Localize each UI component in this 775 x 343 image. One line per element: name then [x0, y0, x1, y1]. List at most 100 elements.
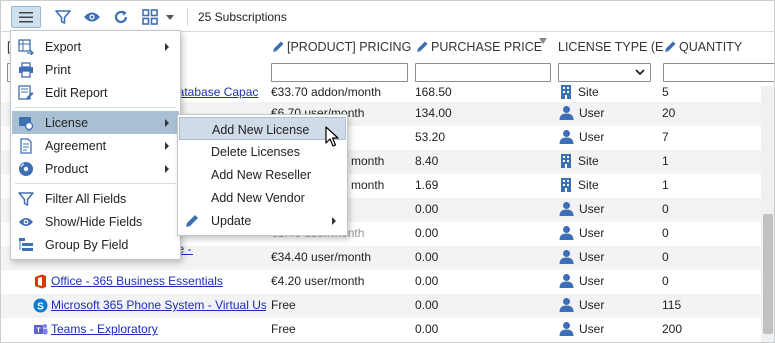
- license-type-label: User: [579, 321, 605, 336]
- menu-item-add-new-vendor[interactable]: Add New Vendor: [179, 186, 346, 209]
- menu-item-label: Add New License: [212, 123, 310, 137]
- hamburger-icon: [19, 11, 33, 22]
- skype-icon: S: [33, 298, 48, 313]
- quantity-cell: 0: [662, 274, 669, 288]
- pricing-cell: €34.40 user/month: [271, 250, 372, 264]
- purchase-price-header-label: PURCHASE PRICE: [431, 40, 543, 54]
- product-name-link[interactable]: Database Capac: [169, 85, 267, 99]
- pricing-cell: Free: [271, 322, 296, 336]
- menu-item-delete-licenses[interactable]: Delete Licenses: [179, 140, 346, 163]
- license-type-cell: User: [559, 249, 604, 264]
- column-header-purchase-price[interactable]: PURCHASE PRICE: [415, 40, 542, 54]
- filter-input-pricing[interactable]: [271, 63, 408, 82]
- license-type-cell: Site: [559, 177, 599, 192]
- menu-divider: [15, 183, 176, 184]
- sort-descending-icon[interactable]: [539, 38, 547, 44]
- grid-icon: [142, 9, 158, 25]
- license-type-cell: User: [559, 273, 604, 288]
- show-hide-button[interactable]: [81, 6, 103, 28]
- purchase-price-cell: 0.00: [415, 322, 439, 336]
- submenu-arrow-icon: [332, 217, 336, 225]
- edit-report-icon: [18, 85, 34, 100]
- column-header-pricing[interactable]: [PRODUCT] PRICING: [271, 40, 411, 54]
- pencil-icon: [186, 215, 198, 227]
- filter-select-license-type[interactable]: [558, 63, 651, 82]
- menu-item-update[interactable]: Update: [179, 209, 346, 232]
- svg-text:T: T: [36, 328, 41, 335]
- filter-input-quantity[interactable]: [663, 63, 774, 82]
- office-icon: [35, 274, 46, 289]
- quantity-cell: 1: [662, 154, 669, 168]
- user-icon: [559, 226, 574, 240]
- license-type-cell: Site: [559, 84, 599, 99]
- product-name-link[interactable]: Office - 365 Business Essentials: [51, 274, 266, 288]
- teams-icon: T: [34, 324, 48, 335]
- menu-item-edit-report[interactable]: Edit Report: [12, 81, 179, 104]
- user-icon: [559, 202, 574, 216]
- export-icon: [18, 39, 34, 55]
- purchase-price-cell: 0.00: [415, 274, 439, 288]
- menu-item-agreement[interactable]: Agreement: [12, 134, 179, 157]
- building-icon: [561, 178, 571, 192]
- table-row[interactable]: Office - 365 Business Essentials €4.20 u…: [1, 270, 761, 294]
- menu-item-filter-all-fields[interactable]: Filter All Fields: [12, 187, 179, 210]
- purchase-price-cell: 1.69: [415, 178, 439, 192]
- menu-item-show-hide-fields[interactable]: Show/Hide Fields: [12, 210, 179, 233]
- quantity-header-label: QUANTITY: [679, 40, 743, 54]
- menu-item-print[interactable]: Print: [12, 58, 179, 81]
- quantity-cell: 115: [662, 298, 682, 312]
- user-icon: [559, 322, 574, 336]
- print-icon: [19, 62, 33, 78]
- column-header-quantity[interactable]: QUANTITY: [663, 40, 742, 54]
- purchase-price-cell: 8.40: [415, 154, 439, 168]
- table-row[interactable]: S Microsoft 365 Phone System - Virtual U…: [1, 294, 761, 318]
- submenu-arrow-icon: [165, 142, 169, 150]
- menu-item-label: Filter All Fields: [45, 192, 127, 206]
- menu-item-license[interactable]: License: [12, 111, 179, 134]
- quantity-cell: 0: [662, 202, 669, 216]
- pricing-cell: €4.20 user/month: [271, 274, 365, 288]
- purchase-price-cell: 0.00: [415, 298, 439, 312]
- quantity-cell: 20: [662, 106, 676, 120]
- product-name-link[interactable]: Teams - Exploratory: [51, 322, 266, 336]
- column-header-license-type[interactable]: LICENSE TYPE (E: [558, 40, 663, 54]
- license-type-label: Site: [578, 177, 599, 192]
- product-disc-icon: [19, 162, 33, 176]
- menu-item-product[interactable]: Product: [12, 157, 179, 180]
- purchase-price-cell: 0.00: [415, 250, 439, 264]
- submenu-arrow-icon: [165, 43, 169, 51]
- user-icon: [559, 106, 574, 120]
- menu-item-label: Agreement: [45, 139, 107, 153]
- grid-view-dropdown[interactable]: [164, 6, 176, 28]
- vertical-scrollbar[interactable]: [761, 86, 774, 342]
- eye-icon: [19, 218, 33, 226]
- user-icon: [559, 130, 574, 144]
- license-type-cell: User: [559, 297, 604, 312]
- building-icon: [561, 154, 571, 168]
- quantity-cell: 0: [662, 226, 669, 240]
- hamburger-menu-button[interactable]: [11, 6, 41, 28]
- license-type-label: User: [579, 201, 605, 216]
- grid-view-button[interactable]: [139, 6, 161, 28]
- purchase-price-cell: 168.50: [415, 85, 452, 99]
- license-type-label: User: [579, 297, 605, 312]
- license-type-cell: User: [559, 201, 604, 216]
- table-row[interactable]: T Teams - Exploratory Free 0.00 User 200: [1, 318, 761, 342]
- product-name-link[interactable]: Microsoft 365 Phone System - Virtual Us: [51, 298, 266, 312]
- subscription-count: 25 Subscriptions: [198, 10, 287, 24]
- menu-divider: [15, 107, 176, 108]
- license-icon: [19, 117, 34, 131]
- scrollbar-thumb[interactable]: [763, 214, 773, 334]
- refresh-button[interactable]: [111, 6, 131, 28]
- filter-icon: [55, 10, 71, 24]
- menu-item-add-new-reseller[interactable]: Add New Reseller: [179, 163, 346, 186]
- menu-item-export[interactable]: Export: [12, 35, 179, 58]
- license-type-cell: User: [559, 129, 604, 144]
- purchase-price-cell: 0.00: [415, 226, 439, 240]
- menu-item-group-by-field[interactable]: Group By Field: [12, 233, 179, 256]
- menu-item-add-new-license[interactable]: Add New License: [179, 117, 346, 140]
- menu-item-label: Edit Report: [45, 86, 108, 100]
- menu-item-label: Delete Licenses: [211, 145, 300, 159]
- filter-input-purchase-price[interactable]: [415, 63, 551, 82]
- filter-button[interactable]: [53, 6, 73, 28]
